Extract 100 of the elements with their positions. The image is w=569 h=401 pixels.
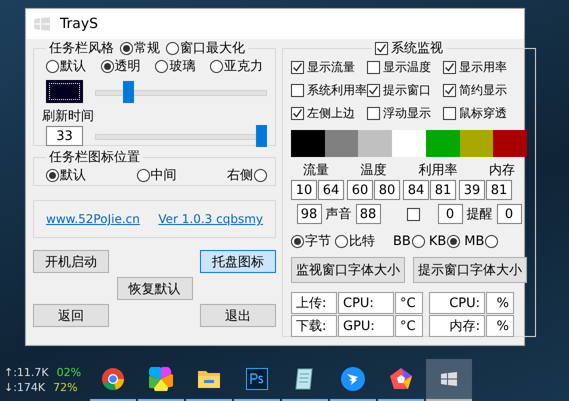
- input-field[interactable]: 10: [291, 180, 317, 200]
- input-field[interactable]: 81: [430, 180, 456, 200]
- net-speed-text: ↑:11.7K: [4, 366, 49, 379]
- input-field[interactable]: 84: [403, 180, 429, 200]
- checkbox-label[interactable]: 左侧上边: [307, 105, 355, 122]
- input-field[interactable]: 80: [374, 180, 400, 200]
- color-swatch[interactable]: [460, 130, 494, 157]
- checkbox-label[interactable]: 显示温度: [383, 59, 431, 76]
- checkbox[interactable]: [375, 42, 388, 54]
- radio-button[interactable]: [254, 168, 267, 182]
- checkbox[interactable]: [291, 107, 304, 120]
- push-button[interactable]: 返回: [33, 304, 109, 327]
- radio-label[interactable]: BB: [393, 234, 411, 248]
- color-swatch[interactable]: [392, 130, 426, 157]
- color-swatch[interactable]: [46, 80, 83, 103]
- input-field[interactable]: 88: [356, 204, 380, 224]
- check-icon: [444, 85, 455, 96]
- field-label: 刷新时间: [42, 108, 95, 125]
- input-field[interactable]: 64: [318, 180, 344, 200]
- checkbox[interactable]: [291, 84, 304, 97]
- checkbox[interactable]: [367, 84, 380, 97]
- pinwheel-icon: [149, 367, 173, 391]
- input-field[interactable]: 33: [46, 126, 83, 146]
- input-field[interactable]: 81: [486, 180, 512, 200]
- color-swatch[interactable]: [324, 130, 358, 157]
- color-swatch[interactable]: [493, 130, 528, 157]
- checkbox-label[interactable]: 显示用率: [459, 59, 507, 76]
- radio-label[interactable]: 比特: [349, 232, 375, 250]
- group-title: 任务栏风格: [49, 40, 114, 57]
- input-field[interactable]: 60: [347, 180, 373, 200]
- color-swatch[interactable]: [426, 130, 460, 157]
- push-button[interactable]: 退出: [200, 304, 276, 327]
- push-button[interactable]: 托盘图标: [200, 250, 276, 273]
- checkbox[interactable]: [443, 107, 456, 120]
- radio-button[interactable]: [485, 234, 498, 248]
- input-field[interactable]: 98: [296, 204, 322, 224]
- checkbox-label[interactable]: 系统监视: [391, 39, 443, 57]
- table-cell: CPU:: [429, 292, 485, 314]
- radio-button[interactable]: [120, 42, 133, 54]
- radio-label[interactable]: 默认: [60, 166, 86, 184]
- column-label: 内存: [489, 162, 516, 179]
- link[interactable]: www.52PoJie.cn: [46, 212, 140, 226]
- radio-button[interactable]: [136, 168, 150, 182]
- radio-button[interactable]: [210, 60, 223, 72]
- radio-label[interactable]: MB: [464, 234, 484, 248]
- folder-icon: [197, 368, 221, 390]
- checkbox[interactable]: [443, 84, 456, 97]
- net-speed-text: ↓:174K: [4, 381, 46, 394]
- push-button[interactable]: 开机启动: [33, 250, 109, 273]
- slider-thumb[interactable]: [256, 125, 267, 147]
- radio-button[interactable]: [166, 42, 179, 54]
- slider-track[interactable]: [95, 80, 267, 102]
- column-label: 利用率: [418, 162, 458, 179]
- push-button[interactable]: 监视窗口字体大小: [291, 257, 405, 283]
- radio-label[interactable]: 亚克力: [224, 57, 263, 75]
- slider-thumb[interactable]: [123, 80, 134, 102]
- group-title: 任务栏图标位置: [49, 149, 140, 166]
- radio-button[interactable]: [412, 234, 425, 248]
- field-label: 提醒: [466, 206, 492, 223]
- input-field[interactable]: 39: [459, 180, 485, 200]
- radio-label[interactable]: 字节: [305, 232, 331, 250]
- checkbox-label[interactable]: 提示窗口: [383, 82, 431, 99]
- radio-button[interactable]: [335, 234, 348, 248]
- link[interactable]: Ver 1.0.3 cqbsmy: [158, 212, 263, 226]
- radio-button[interactable]: [155, 60, 168, 72]
- radio-button[interactable]: [46, 168, 59, 182]
- checkbox[interactable]: [291, 61, 304, 74]
- checkbox-label[interactable]: 浮动显示: [383, 105, 431, 122]
- push-button[interactable]: 恢复默认: [116, 277, 192, 300]
- radio-label[interactable]: 默认: [60, 57, 86, 75]
- checkbox[interactable]: [443, 61, 456, 74]
- checkbox[interactable]: [367, 61, 380, 74]
- radio-button[interactable]: [46, 60, 59, 72]
- radio-button[interactable]: [447, 234, 460, 248]
- checkbox-label[interactable]: 显示流量: [307, 59, 355, 76]
- radio-label[interactable]: 透明: [114, 57, 141, 75]
- checkbox-label[interactable]: 系统利用率: [307, 82, 367, 99]
- radio-label[interactable]: 中间: [150, 166, 176, 184]
- bird-icon: [341, 367, 365, 391]
- checkbox-label[interactable]: 简约显示: [459, 82, 507, 99]
- input-field[interactable]: 0: [438, 204, 462, 224]
- input-field[interactable]: 0: [496, 204, 522, 224]
- radio-label[interactable]: KB: [428, 234, 446, 248]
- browser-icon: [101, 367, 125, 391]
- color-swatch[interactable]: [291, 130, 325, 157]
- radio-label[interactable]: 窗口最大化: [180, 39, 245, 57]
- checkbox[interactable]: [406, 208, 420, 220]
- radio-button[interactable]: [291, 234, 304, 248]
- radio-button[interactable]: [100, 60, 114, 72]
- usage-percent: 72%: [53, 381, 78, 394]
- table-cell: CPU:: [338, 292, 394, 314]
- push-button[interactable]: 提示窗口字体大小: [413, 257, 527, 283]
- radio-label[interactable]: 常规: [134, 39, 160, 57]
- checkbox[interactable]: [367, 107, 380, 120]
- column-label: 温度: [360, 162, 387, 179]
- color-swatch[interactable]: [358, 130, 392, 157]
- radio-label[interactable]: 右侧: [227, 166, 253, 184]
- radio-label[interactable]: 玻璃: [169, 57, 196, 75]
- slider-track[interactable]: [95, 125, 267, 147]
- checkbox-label[interactable]: 鼠标穿透: [459, 105, 507, 122]
